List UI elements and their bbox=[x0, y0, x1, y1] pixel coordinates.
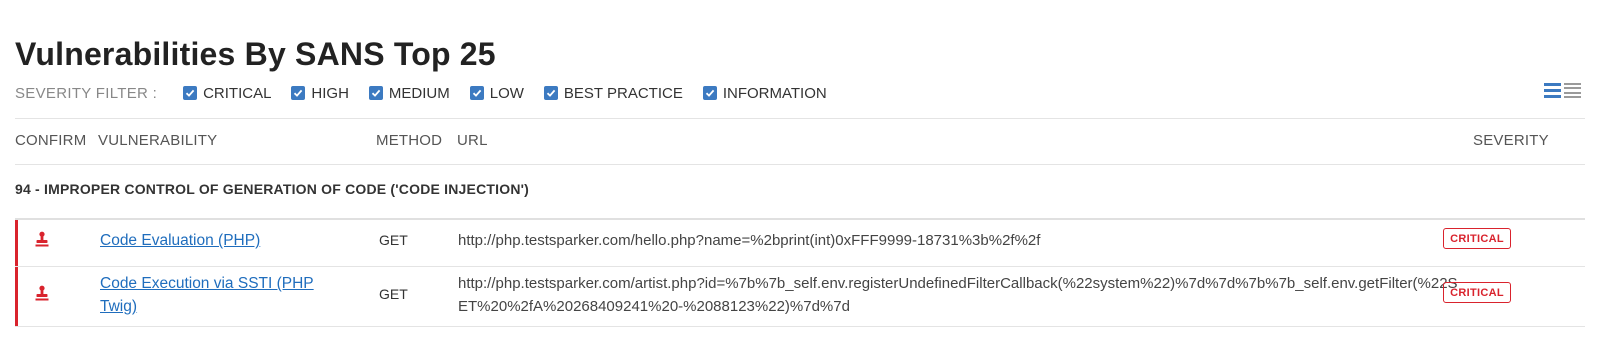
vulnerability-link[interactable]: Code Evaluation (PHP) bbox=[100, 229, 260, 252]
filter-information[interactable]: INFORMATION bbox=[702, 84, 827, 102]
check-icon bbox=[472, 89, 482, 97]
table-row[interactable]: Code Evaluation (PHP) GET http://php.tes… bbox=[15, 220, 1585, 266]
filter-medium-label: MEDIUM bbox=[388, 84, 450, 102]
header-confirm[interactable]: CONFIRM bbox=[15, 132, 86, 149]
url-cell: http://php.testsparker.com/hello.php?nam… bbox=[458, 232, 1041, 249]
checkbox-best-practice[interactable] bbox=[543, 86, 558, 100]
severity-filter: SEVERITY FILTER : CRITICAL HIGH MEDIUM L… bbox=[15, 82, 847, 104]
page-title: Vulnerabilities By SANS Top 25 bbox=[15, 36, 496, 72]
filter-information-label: INFORMATION bbox=[722, 84, 827, 102]
severity-badge: CRITICAL bbox=[1443, 282, 1511, 303]
group-title: 94 - IMPROPER CONTROL OF GENERATION OF C… bbox=[15, 181, 530, 197]
confirmed-stamp-icon bbox=[35, 285, 49, 301]
confirmed-stamp-icon bbox=[35, 231, 49, 247]
check-icon bbox=[705, 89, 715, 97]
filter-best-practice-label: BEST PRACTICE bbox=[563, 84, 683, 102]
header-vulnerability[interactable]: VULNERABILITY bbox=[98, 132, 217, 149]
check-icon bbox=[371, 89, 381, 97]
severity-filter-label: SEVERITY FILTER : bbox=[15, 84, 158, 102]
severity-badge: CRITICAL bbox=[1443, 228, 1511, 249]
divider bbox=[15, 118, 1585, 119]
filter-high-label: HIGH bbox=[311, 84, 349, 102]
check-icon bbox=[185, 89, 195, 97]
url-cell: http://php.testsparker.com/artist.php?id… bbox=[458, 275, 1458, 315]
filter-critical-label: CRITICAL bbox=[203, 84, 272, 102]
filter-low-label: LOW bbox=[489, 84, 524, 102]
checkbox-medium[interactable] bbox=[368, 86, 383, 100]
list-view-icon[interactable] bbox=[1544, 82, 1561, 99]
filter-high[interactable]: HIGH bbox=[291, 85, 349, 102]
checkbox-critical[interactable] bbox=[183, 86, 198, 100]
divider bbox=[15, 326, 1585, 327]
view-toggle bbox=[1544, 82, 1581, 99]
header-method[interactable]: METHOD bbox=[376, 132, 442, 149]
header-severity[interactable]: SEVERITY bbox=[1473, 132, 1549, 149]
checkbox-high[interactable] bbox=[291, 86, 306, 100]
header-url[interactable]: URL bbox=[457, 132, 488, 149]
table-row[interactable]: Code Execution via SSTI (PHP Twig) GET h… bbox=[15, 267, 1585, 326]
filter-critical[interactable]: CRITICAL bbox=[183, 85, 271, 102]
filter-best-practice[interactable]: BEST PRACTICE bbox=[543, 84, 683, 102]
checkbox-low[interactable] bbox=[469, 86, 484, 100]
check-icon bbox=[294, 89, 303, 97]
filter-low[interactable]: LOW bbox=[469, 84, 524, 102]
vulnerability-link[interactable]: Code Execution via SSTI (PHP Twig) bbox=[100, 272, 340, 318]
filter-medium[interactable]: MEDIUM bbox=[368, 84, 450, 102]
method-cell: GET bbox=[379, 232, 408, 248]
compact-view-icon[interactable] bbox=[1564, 82, 1581, 99]
divider bbox=[15, 164, 1585, 165]
method-cell: GET bbox=[379, 286, 408, 302]
check-icon bbox=[546, 89, 556, 97]
checkbox-information[interactable] bbox=[702, 86, 717, 100]
